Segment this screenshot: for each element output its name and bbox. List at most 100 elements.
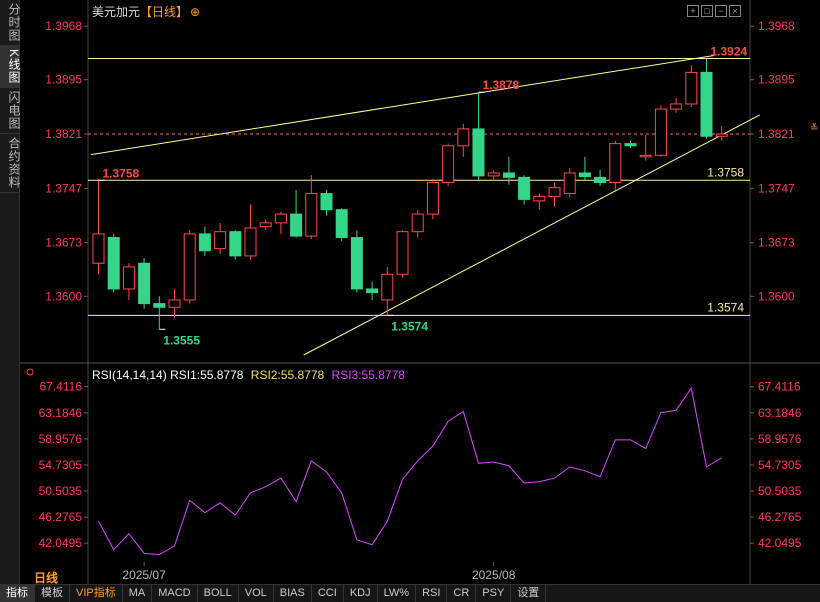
current-price-marker: ≚ xyxy=(810,122,818,134)
x-tick-label: 2025/08 xyxy=(472,568,516,582)
y-tick-label-right: 1.3600 xyxy=(758,289,795,303)
candle-body xyxy=(366,288,379,294)
candle-body xyxy=(472,128,485,177)
trend-line xyxy=(90,55,715,156)
chart-canvas: 1.3968 1.3968 1.3895 1.3895 1.3821 1.3821 1.37… xyxy=(20,0,820,584)
y-tick-label-left: 1.3673 xyxy=(45,236,82,250)
side-tab-1[interactable]: K线图 xyxy=(0,46,21,89)
candle-body xyxy=(715,133,728,137)
candle-body xyxy=(396,231,409,275)
close-icon[interactable]: × xyxy=(729,5,741,17)
indicator-tab-macd[interactable]: MACD xyxy=(152,585,198,602)
candle-body xyxy=(654,108,667,156)
candle-body xyxy=(153,303,166,308)
candle-body xyxy=(183,233,196,301)
candle-body xyxy=(168,299,181,308)
zoom-out-icon[interactable]: − xyxy=(715,5,727,17)
candle-body xyxy=(198,233,211,252)
side-tab-bar: 分时图 K线图 闪电图 合约资料 xyxy=(0,0,21,584)
candle-body xyxy=(411,213,424,233)
y-tick-label-left: 1.3895 xyxy=(45,73,82,87)
candle-body xyxy=(578,172,591,178)
candle-body xyxy=(457,128,470,147)
candle-body xyxy=(533,195,546,202)
indicator-tab-[interactable]: 指标 xyxy=(0,585,35,602)
price-annotation: 1.3574 xyxy=(391,319,428,333)
candle-body xyxy=(670,103,683,110)
rsi-tick-label-right: 58.9576 xyxy=(758,432,802,446)
candle-body xyxy=(214,231,227,250)
x-tick-label: 2025/07 xyxy=(122,568,166,582)
candle-body xyxy=(259,222,272,228)
support-line-label: 1.3574 xyxy=(707,300,744,314)
rsi-line xyxy=(98,386,722,556)
indicator-tab-cci[interactable]: CCI xyxy=(312,585,344,602)
candle-body xyxy=(244,227,257,257)
rsi1-value: RSI1:55.8778 xyxy=(170,368,244,382)
indicator-tab-[interactable]: 模板 xyxy=(35,585,70,602)
rsi-tick-label-right: 63.1846 xyxy=(758,406,802,420)
candle-body xyxy=(502,172,515,178)
indicator-tab-kdj[interactable]: KDJ xyxy=(344,585,378,602)
indicator-tab-bias[interactable]: BIAS xyxy=(274,585,312,602)
candle-body xyxy=(381,273,394,301)
side-tab-0[interactable]: 分时图 xyxy=(0,0,21,46)
rsi-tick-label-left: 67.4116 xyxy=(40,380,83,394)
rsi-tick-label-left: 42.0495 xyxy=(39,536,83,550)
crosshair-icon[interactable]: + xyxy=(687,5,699,17)
indicator-tab-[interactable]: 设置 xyxy=(511,585,547,602)
candle-body xyxy=(426,182,439,215)
candle-body xyxy=(320,193,333,211)
indicator-tab-vip[interactable]: VIP指标 xyxy=(70,585,123,602)
candle-body xyxy=(563,172,576,195)
symbol-name: 美元加元 xyxy=(92,5,141,19)
y-tick-label-right: 1.3895 xyxy=(758,73,795,87)
candle-body xyxy=(305,193,318,237)
candle-body xyxy=(274,213,287,224)
indicator-tab-cr[interactable]: CR xyxy=(447,585,477,602)
indicator-tab-bar: 指标 模板 VIP指标 MA MACD BOLL VOL BIAS CCI KDJ LW% RSI CR… xyxy=(0,584,820,602)
rsi-tick-label-right: 50.5035 xyxy=(758,484,802,498)
zoom-in-icon[interactable]: □ xyxy=(701,5,713,17)
rsi-tick-label-left: 63.1846 xyxy=(39,406,83,420)
candle-body xyxy=(229,231,242,257)
candle-body xyxy=(442,145,455,183)
rsi-tick-label-right: 54.7305 xyxy=(758,458,802,472)
price-annotation: 1.3555 xyxy=(163,333,200,347)
indicator-tab-rsi[interactable]: RSI xyxy=(416,585,448,602)
y-tick-label-right: 1.3821 xyxy=(758,127,795,141)
rsi-title: RSI(14,14,14) xyxy=(92,368,167,382)
y-tick-label-left: 1.3600 xyxy=(45,289,82,303)
candle-body xyxy=(609,143,622,184)
rsi-pane-marker xyxy=(26,368,34,376)
indicator-tab-ma[interactable]: MA xyxy=(123,585,153,602)
y-tick-label-left: 1.3747 xyxy=(45,181,82,195)
side-tab-2[interactable]: 闪电图 xyxy=(0,88,21,135)
candle-body xyxy=(122,266,135,290)
rsi-tick-label-left: 46.2765 xyxy=(39,510,83,524)
rsi3-value: RSI3:55.8778 xyxy=(331,368,405,382)
rsi-header: RSI(14,14,14) RSI1:55.8778 RSI2:55.8778 … xyxy=(92,368,405,382)
target-icon[interactable]: ⊕ xyxy=(190,5,200,19)
candle-body xyxy=(624,143,637,147)
candle-body xyxy=(138,262,151,305)
rsi-tick-label-left: 50.5035 xyxy=(39,484,83,498)
trend-line xyxy=(303,114,760,356)
price-annotation: 1.3924 xyxy=(711,44,748,58)
side-tab-3[interactable]: 合约资料 xyxy=(0,134,21,194)
y-tick-label-right: 1.3673 xyxy=(758,236,795,250)
candle-body xyxy=(548,187,561,197)
indicator-tab-lw[interactable]: LW% xyxy=(378,585,417,602)
period-label[interactable]: 【日线】 xyxy=(140,5,188,19)
candle-body xyxy=(487,172,500,177)
y-tick-label-right: 1.3968 xyxy=(758,19,795,33)
support-line-label: 1.3758 xyxy=(707,165,744,179)
indicator-tab-vol[interactable]: VOL xyxy=(239,585,274,602)
y-tick-label-left: 1.3821 xyxy=(45,127,82,141)
rsi2-value: RSI2:55.8778 xyxy=(250,368,325,382)
indicator-tab-boll[interactable]: BOLL xyxy=(198,585,239,602)
rsi-tick-label-right: 67.4116 xyxy=(758,380,801,394)
candle-body xyxy=(685,71,698,105)
candle-body xyxy=(92,233,105,264)
indicator-tab-psy[interactable]: PSY xyxy=(476,585,512,602)
